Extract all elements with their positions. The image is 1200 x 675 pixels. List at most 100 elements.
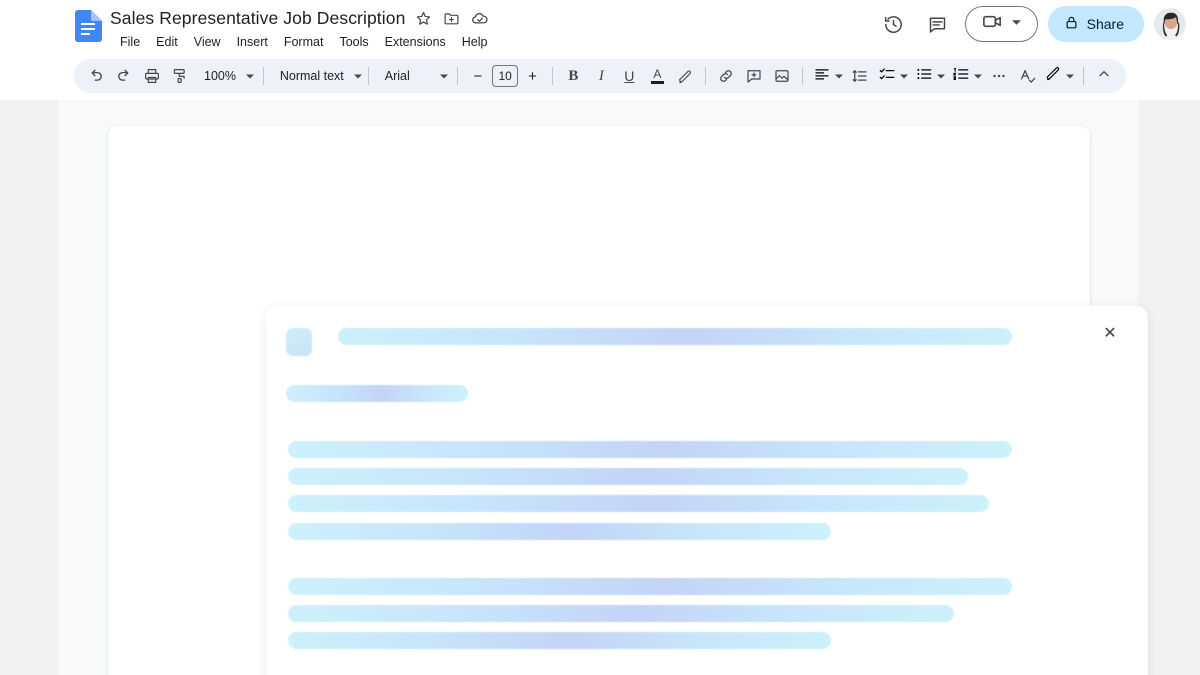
lock-icon bbox=[1064, 15, 1079, 33]
menu-file[interactable]: File bbox=[112, 33, 148, 51]
share-button[interactable]: Share bbox=[1047, 6, 1144, 42]
paint-format-icon[interactable] bbox=[166, 62, 194, 90]
decrease-font-size-button[interactable]: − bbox=[464, 62, 492, 90]
font-size-value: 10 bbox=[498, 69, 512, 83]
font-family-value: Arial bbox=[384, 69, 410, 83]
redacted-content-overlay: ✕ bbox=[266, 306, 1148, 675]
numbered-list-selector[interactable] bbox=[948, 62, 985, 90]
menu-edit[interactable]: Edit bbox=[148, 33, 186, 51]
print-icon[interactable] bbox=[138, 62, 166, 90]
page-title[interactable]: Sales Representative Job Description bbox=[110, 8, 405, 29]
checklist-icon bbox=[878, 65, 896, 88]
toolbar-divider bbox=[705, 67, 707, 85]
collapse-toolbar-button[interactable] bbox=[1090, 62, 1118, 90]
text-color-button[interactable]: A bbox=[643, 62, 671, 90]
chevron-down-icon bbox=[899, 71, 909, 81]
text-style-value: Normal text bbox=[279, 69, 344, 83]
bulleted-list-selector[interactable] bbox=[911, 62, 948, 90]
redacted-bar-line-5 bbox=[288, 578, 1012, 595]
insert-image-icon[interactable] bbox=[768, 62, 796, 90]
bold-label: B bbox=[568, 67, 579, 84]
left-rail bbox=[0, 100, 58, 675]
menu-extensions[interactable]: Extensions bbox=[377, 33, 454, 51]
text-color-swatch bbox=[650, 80, 664, 84]
redacted-bar-line-7 bbox=[288, 632, 831, 649]
redacted-bar-line-1 bbox=[288, 441, 1012, 458]
redacted-bar-line-2 bbox=[288, 468, 968, 485]
redacted-bar-title bbox=[338, 328, 1012, 345]
bold-button[interactable]: B bbox=[559, 62, 587, 90]
chevron-up-icon bbox=[1096, 66, 1112, 87]
insert-link-icon[interactable] bbox=[712, 62, 740, 90]
undo-icon[interactable] bbox=[82, 62, 110, 90]
toolbar-divider bbox=[262, 67, 264, 85]
zoom-level: 100% bbox=[204, 69, 236, 83]
increase-font-size-button[interactable]: + bbox=[518, 62, 546, 90]
italic-button[interactable]: I bbox=[587, 62, 615, 90]
numbered-list-icon bbox=[952, 65, 970, 88]
share-button-label: Share bbox=[1086, 16, 1124, 32]
editing-mode-selector[interactable] bbox=[1041, 62, 1077, 90]
editing-mode-pencil-icon bbox=[1045, 65, 1062, 87]
more-options-icon[interactable] bbox=[985, 62, 1013, 90]
highlight-pen-icon[interactable] bbox=[671, 62, 699, 90]
cloud-saved-icon[interactable] bbox=[470, 9, 489, 28]
increase-font-size-label: + bbox=[528, 67, 537, 85]
chevron-down-icon bbox=[973, 71, 983, 81]
chevron-down-icon bbox=[1065, 71, 1075, 81]
align-selector[interactable] bbox=[809, 62, 846, 90]
toolbar-divider bbox=[1083, 67, 1084, 85]
title-and-menu: Sales Representative Job Description Fil… bbox=[110, 5, 496, 51]
google-docs-icon[interactable] bbox=[74, 10, 102, 42]
text-style-selector[interactable]: Normal text bbox=[270, 62, 362, 90]
formatting-toolbar: 100% Normal text Arial − 10 + B I U A bbox=[74, 59, 1126, 93]
redacted-bars bbox=[266, 306, 1148, 675]
bulleted-list-icon bbox=[915, 65, 933, 88]
toolbar-divider bbox=[367, 67, 369, 85]
font-size-input[interactable]: 10 bbox=[491, 65, 519, 87]
app-header: Sales Representative Job Description Fil… bbox=[0, 0, 1200, 54]
document-canvas: ✕ bbox=[0, 100, 1200, 675]
chevron-down-icon bbox=[936, 71, 946, 81]
comment-history-icon[interactable] bbox=[921, 7, 955, 41]
account-avatar[interactable] bbox=[1154, 8, 1186, 40]
move-to-folder-icon[interactable] bbox=[442, 9, 461, 28]
menu-bar: File Edit View Insert Format Tools Exten… bbox=[112, 33, 496, 51]
add-comment-icon[interactable] bbox=[740, 62, 768, 90]
redacted-block-icon bbox=[286, 328, 312, 356]
menu-insert[interactable]: Insert bbox=[229, 33, 276, 51]
version-history-icon[interactable] bbox=[877, 7, 911, 41]
google-docs-window: Sales Representative Job Description Fil… bbox=[0, 0, 1200, 675]
text-color-label: A bbox=[653, 66, 662, 81]
menu-help[interactable]: Help bbox=[454, 33, 496, 51]
font-family-selector[interactable]: Arial bbox=[375, 62, 451, 90]
spellcheck-icon[interactable] bbox=[1013, 62, 1041, 90]
join-meeting-button[interactable] bbox=[964, 6, 1038, 42]
toolbar-divider bbox=[457, 67, 458, 85]
star-icon[interactable] bbox=[414, 9, 433, 28]
chevron-down-icon bbox=[439, 71, 449, 81]
underline-label: U bbox=[624, 68, 635, 84]
header-actions: Share bbox=[877, 6, 1186, 42]
chevron-down-icon bbox=[1011, 15, 1022, 33]
redacted-bar-line-6 bbox=[288, 605, 954, 622]
checklist-selector[interactable] bbox=[874, 62, 911, 90]
chevron-down-icon bbox=[834, 71, 844, 81]
redacted-bar-line-4 bbox=[288, 523, 831, 540]
document-page[interactable]: ✕ bbox=[108, 126, 1148, 675]
chevron-down-icon bbox=[245, 71, 255, 81]
align-left-icon bbox=[813, 65, 831, 88]
underline-button[interactable]: U bbox=[615, 62, 643, 90]
redo-icon[interactable] bbox=[110, 62, 138, 90]
line-spacing-icon[interactable] bbox=[846, 62, 874, 90]
zoom-selector[interactable]: 100% bbox=[194, 62, 257, 90]
chevron-down-icon bbox=[353, 71, 363, 81]
menu-tools[interactable]: Tools bbox=[331, 33, 376, 51]
redacted-bar-subtitle bbox=[286, 385, 468, 402]
toolbar-divider bbox=[802, 67, 804, 85]
menu-view[interactable]: View bbox=[186, 33, 229, 51]
redacted-bar-line-3 bbox=[288, 495, 989, 512]
video-camera-icon bbox=[981, 10, 1004, 38]
menu-format[interactable]: Format bbox=[276, 33, 332, 51]
italic-label: I bbox=[598, 67, 604, 84]
